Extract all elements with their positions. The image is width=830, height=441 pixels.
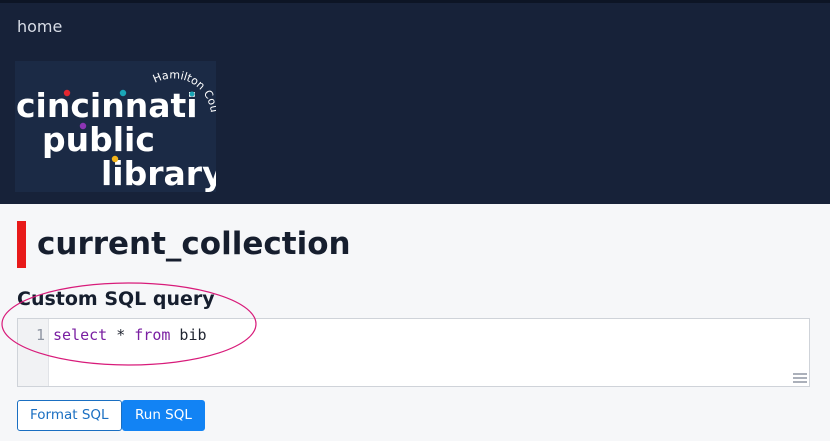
sql-keyword-from: from xyxy=(134,326,171,344)
page-title: current_collection xyxy=(37,226,351,262)
format-sql-button[interactable]: Format SQL xyxy=(17,400,122,431)
title-accent-bar xyxy=(17,221,26,268)
sql-keyword-select: select xyxy=(53,326,108,344)
run-sql-button[interactable]: Run SQL xyxy=(122,400,205,431)
code-line[interactable]: select * from bib xyxy=(53,326,207,344)
logo-dot-teal xyxy=(119,89,127,97)
library-logo-graphic: cincinnati public library Hamilton Count… xyxy=(15,61,216,192)
editor-gutter: 1 xyxy=(18,319,49,386)
sql-star: * xyxy=(107,326,135,344)
logo-dot-small xyxy=(189,91,195,97)
logo-dot-yellow xyxy=(111,155,119,163)
sql-table-name: bib xyxy=(170,326,207,344)
logo-dot-red xyxy=(63,89,71,97)
library-logo[interactable]: cincinnati public library Hamilton Count… xyxy=(15,61,216,192)
section-title: Custom SQL query xyxy=(17,288,215,310)
logo-dot-purple xyxy=(79,122,87,130)
logo-word-3: library xyxy=(101,154,216,192)
line-number: 1 xyxy=(35,326,45,344)
resize-handle-icon[interactable] xyxy=(793,372,807,384)
top-header: home cincinnati public library Hamilton … xyxy=(0,0,830,204)
sql-editor[interactable]: 1 select * from bib xyxy=(17,318,810,387)
home-link[interactable]: home xyxy=(17,17,62,36)
main-content: current_collection Custom SQL query 1 se… xyxy=(0,204,830,441)
